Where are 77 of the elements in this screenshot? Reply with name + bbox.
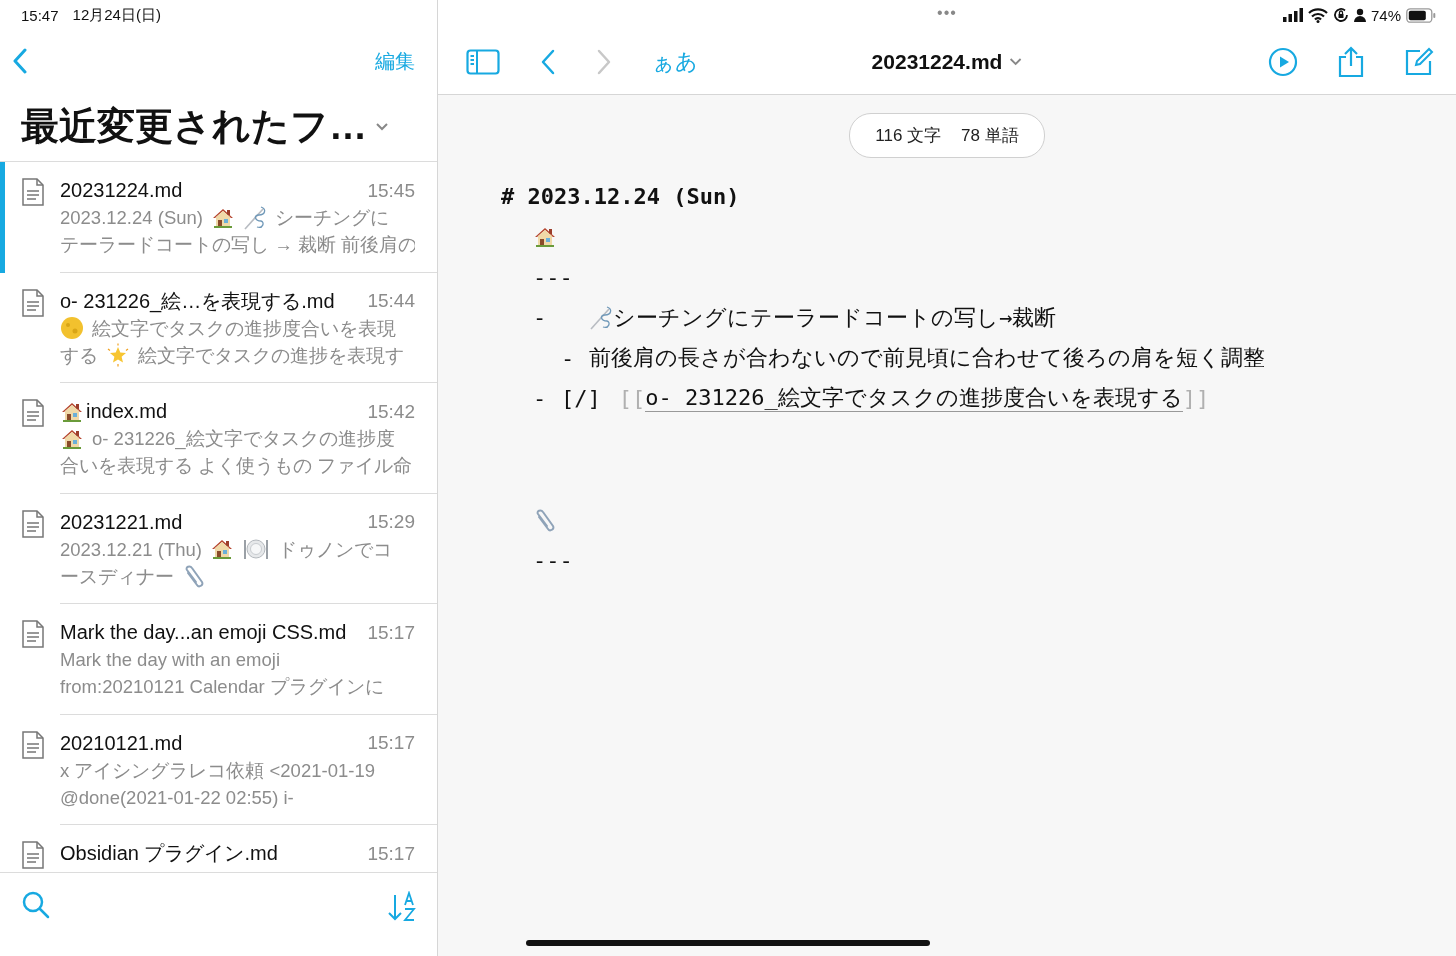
chevron-down-icon[interactable]: [1008, 57, 1023, 67]
bullet-marker: -: [561, 345, 576, 371]
forward-button[interactable]: [596, 49, 612, 75]
bullet-marker: -: [533, 305, 548, 331]
document-icon: [20, 287, 46, 318]
preview-button[interactable]: [1268, 47, 1298, 77]
document-icon: [20, 840, 46, 870]
folder-title[interactable]: 最近変更されたフ…: [21, 101, 367, 152]
file-preview: 絵文字でタスクの進捗を表現す: [138, 343, 404, 368]
plate-cutlery-icon: [241, 537, 270, 561]
list-text: シーチングにテーラードコートの写し→裁断: [613, 303, 1057, 332]
document-icon: [20, 729, 46, 760]
file-time: 15:17: [367, 842, 415, 865]
file-name: 20231221.md: [60, 510, 183, 534]
file-preview: ドゥノンでコ: [277, 537, 392, 562]
back-button[interactable]: [540, 49, 556, 75]
file-preview: Mark the day with an emoji: [60, 648, 281, 672]
count-text: 116 文字: [875, 125, 942, 147]
search-button[interactable]: [22, 891, 50, 919]
chevron-down-icon[interactable]: [375, 121, 389, 132]
internal-link[interactable]: o- 231226_絵文字でタスクの進捗度合いを表現する: [645, 385, 1183, 413]
needle-thread-icon: [589, 304, 613, 331]
file-time: 15:29: [367, 511, 415, 533]
file-time: 15:42: [367, 400, 415, 423]
bullet-marker: -: [533, 386, 548, 412]
file-name: 20231224.md: [60, 179, 183, 202]
moon-icon: [60, 316, 84, 340]
rule-text: ---: [533, 548, 573, 574]
compose-button[interactable]: [1404, 47, 1434, 77]
multitasking-dots[interactable]: •••: [937, 4, 957, 22]
count-text: 78 単語: [961, 125, 1019, 147]
file-preview: x アイシングラレコ依頼 <2021-01-19: [60, 758, 375, 783]
sort-button[interactable]: [387, 891, 417, 923]
file-preview: テーラードコートの写し → 裁断 前後肩の: [60, 233, 415, 257]
task-checkbox-text: [/]: [561, 386, 601, 412]
heading-text: # 2023.12.24 (Sun): [501, 183, 740, 209]
document-icon: [20, 508, 46, 539]
file-preview: o- 231226_絵文字でタスクの進捗度: [92, 427, 395, 452]
file-preview: 2023.12.21 (Thu): [60, 537, 202, 562]
link-bracket: ]]: [1182, 386, 1210, 412]
file-time: 15:17: [367, 621, 415, 644]
battery-icon: [1406, 7, 1436, 23]
file-preview: ースディナー: [60, 564, 174, 589]
file-preview: @done(2021-01-22 02:55) i-: [60, 785, 294, 810]
file-time: 15:44: [367, 290, 415, 312]
file-time: 15:17: [367, 732, 415, 754]
file-name: Mark the day...an emoji CSS.md: [60, 621, 347, 644]
battery-percent: 74%: [1370, 6, 1401, 24]
file-preview: from:20210121 Calendar プラグインに: [60, 675, 384, 699]
file-name: 20210121.md: [60, 731, 183, 755]
person-icon: [1353, 8, 1366, 22]
file-preview: シーチングに: [274, 206, 389, 230]
file-time: 15:45: [367, 179, 415, 202]
wifi-icon: [1307, 7, 1328, 23]
list-text: 前後肩の長さが合わないので前見頃に合わせて後ろの肩を短く調整: [589, 344, 1265, 373]
file-preview: する: [60, 343, 98, 368]
status-date: 12月24日(日): [72, 5, 161, 25]
document-icon: [20, 177, 46, 207]
file-preview: 絵文字でタスクの進捗度合いを表現: [92, 316, 396, 341]
file-name: o- 231226_絵…を表現する.md: [60, 288, 335, 315]
back-button[interactable]: [12, 48, 28, 74]
star-icon: [106, 343, 130, 367]
signal-icon: [1282, 8, 1303, 22]
file-name: index.md: [86, 400, 168, 423]
file-name: Obsidian プラグイン.md: [60, 841, 278, 866]
file-preview: 2023.12.24 (Sun): [60, 206, 203, 230]
rotation-lock-icon: [1332, 7, 1349, 23]
link-bracket: [[: [618, 386, 646, 412]
sidebar-toggle-button[interactable]: [466, 49, 500, 75]
document-icon: [20, 619, 46, 649]
needle-thread-icon: [242, 204, 267, 231]
document-icon: [20, 398, 46, 428]
document-title[interactable]: 20231224.md: [871, 50, 1003, 74]
rule-text: ---: [533, 264, 573, 290]
file-preview: 合いを表現する よく使うもの ファイル命: [60, 454, 413, 478]
share-button[interactable]: [1338, 46, 1364, 78]
status-time: 15:47: [21, 6, 59, 24]
